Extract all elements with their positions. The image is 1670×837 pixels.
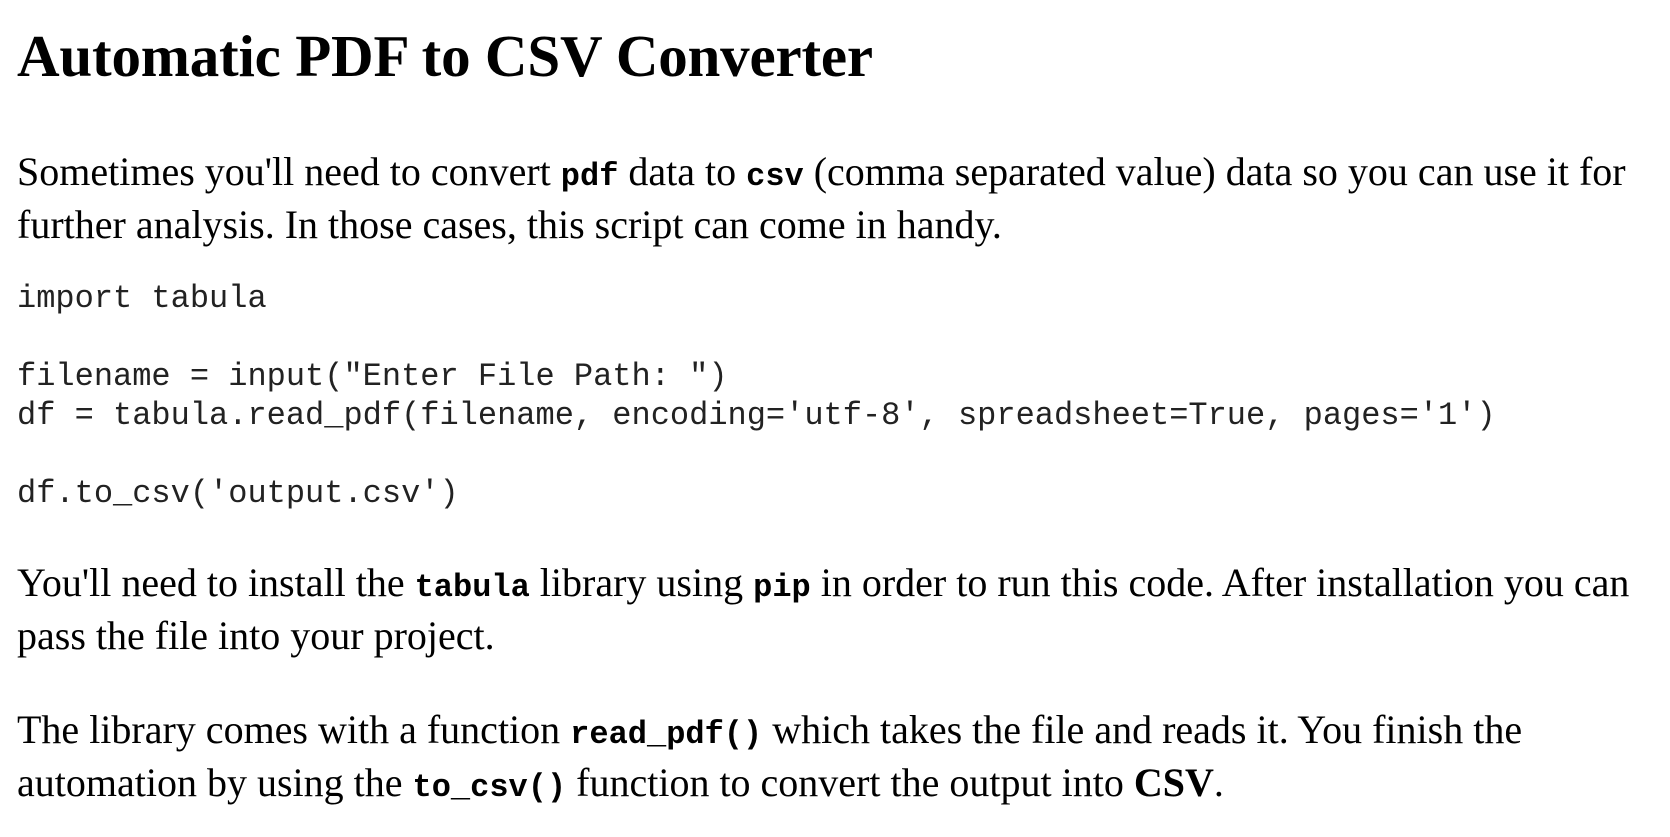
install-text-2: library using	[529, 560, 754, 605]
inline-code-to-csv: to_csv()	[412, 769, 567, 806]
article: Automatic PDF to CSV Converter Sometimes…	[0, 0, 1670, 837]
page-title: Automatic PDF to CSV Converter	[17, 23, 873, 89]
intro-text-2: data to	[618, 149, 747, 194]
inline-code-csv: csv	[746, 158, 804, 195]
code-line: import tabula	[17, 280, 267, 317]
install-text-1: You'll need to install the	[17, 560, 415, 605]
library-text-3: function to convert the output into	[566, 760, 1134, 805]
library-paragraph: The library comes with a function read_p…	[17, 706, 1657, 812]
library-text-4: .	[1213, 760, 1224, 805]
inline-code-tabula: tabula	[414, 569, 530, 606]
bold-csv: CSV	[1133, 760, 1214, 805]
code-line: df.to_csv('output.csv')	[17, 475, 459, 512]
inline-code-pip: pip	[753, 569, 811, 606]
library-text-1: The library comes with a function	[17, 707, 571, 752]
code-line: df = tabula.read_pdf(filename, encoding=…	[17, 397, 1496, 434]
inline-code-read-pdf: read_pdf()	[570, 716, 763, 753]
code-line: filename = input("Enter File Path: ")	[17, 358, 728, 395]
install-paragraph: You'll need to install the tabula librar…	[17, 559, 1657, 660]
intro-paragraph: Sometimes you'll need to convert pdf dat…	[17, 148, 1657, 249]
code-block: import tabula filename = input("Enter Fil…	[17, 279, 1670, 513]
inline-code-pdf: pdf	[560, 158, 619, 195]
intro-text-1: Sometimes you'll need to convert	[17, 149, 561, 194]
